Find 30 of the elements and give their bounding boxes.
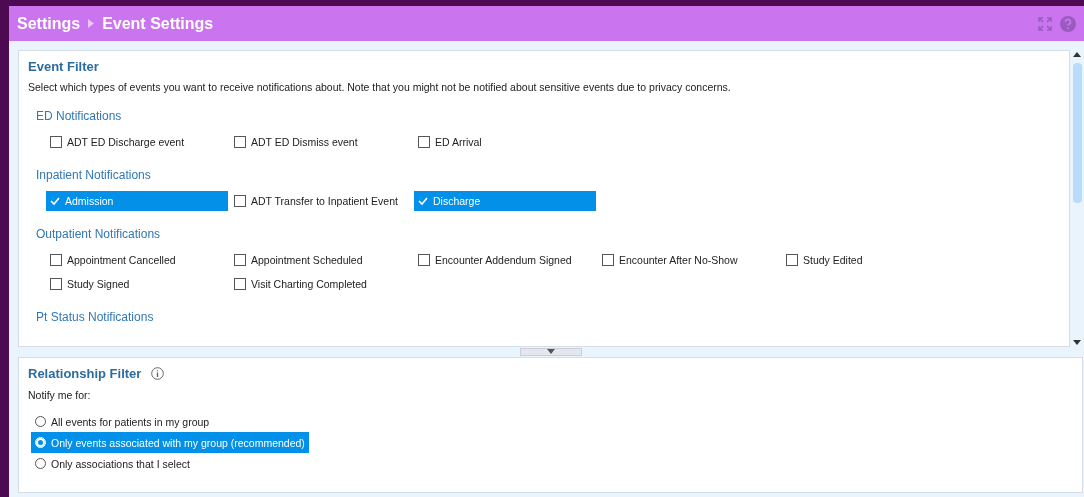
group-heading: Outpatient Notifications: [36, 227, 161, 241]
checkbox-option[interactable]: Appointment Scheduled: [230, 250, 412, 270]
info-icon[interactable]: [151, 367, 165, 380]
check-icon: [50, 196, 60, 206]
checkbox-option[interactable]: ADT Transfer to Inpatient Event: [230, 191, 412, 211]
scroll-up-icon[interactable]: [1073, 52, 1081, 57]
breadcrumb-item: Event Settings: [102, 14, 214, 33]
section-title: Relationship Filter: [28, 366, 142, 381]
description-text: Select which types of events you want to receive notifications about. Note that you might not be notified about sensitive events due to privacy concerns.: [28, 81, 732, 93]
group-heading: ED Notifications: [36, 109, 122, 123]
checkbox-option[interactable]: ED Arrival: [414, 132, 596, 152]
chevron-icon: [88, 19, 95, 28]
scroll-down-icon[interactable]: [1073, 340, 1081, 345]
splitter-handle[interactable]: [520, 348, 582, 356]
section-title: Event Filter: [28, 59, 100, 74]
group-heading: Inpatient Notifications: [36, 168, 151, 182]
checkbox-option[interactable]: ADT ED Discharge event: [46, 132, 228, 152]
scrollbar[interactable]: [1070, 50, 1084, 347]
group-heading: Pt Status Notifications: [36, 310, 154, 324]
check-icon: [418, 196, 428, 206]
checkbox-option[interactable]: Appointment Cancelled: [46, 250, 228, 270]
radio-option[interactable]: Only associations that I select: [31, 453, 194, 474]
prompt-text: Notify me for:: [28, 389, 92, 401]
checkbox-option[interactable]: Study Edited: [782, 250, 964, 270]
checkbox-option[interactable]: Study Signed: [46, 274, 228, 294]
radio-option[interactable]: All events for patients in my group: [31, 411, 214, 432]
checkbox-option[interactable]: Encounter After No-Show: [598, 250, 780, 270]
checkbox-option[interactable]: Visit Charting Completed: [230, 274, 412, 294]
checkbox-option[interactable]: ADT ED Dismiss event: [230, 132, 412, 152]
checkbox-option[interactable]: Encounter Addendum Signed: [414, 250, 596, 270]
